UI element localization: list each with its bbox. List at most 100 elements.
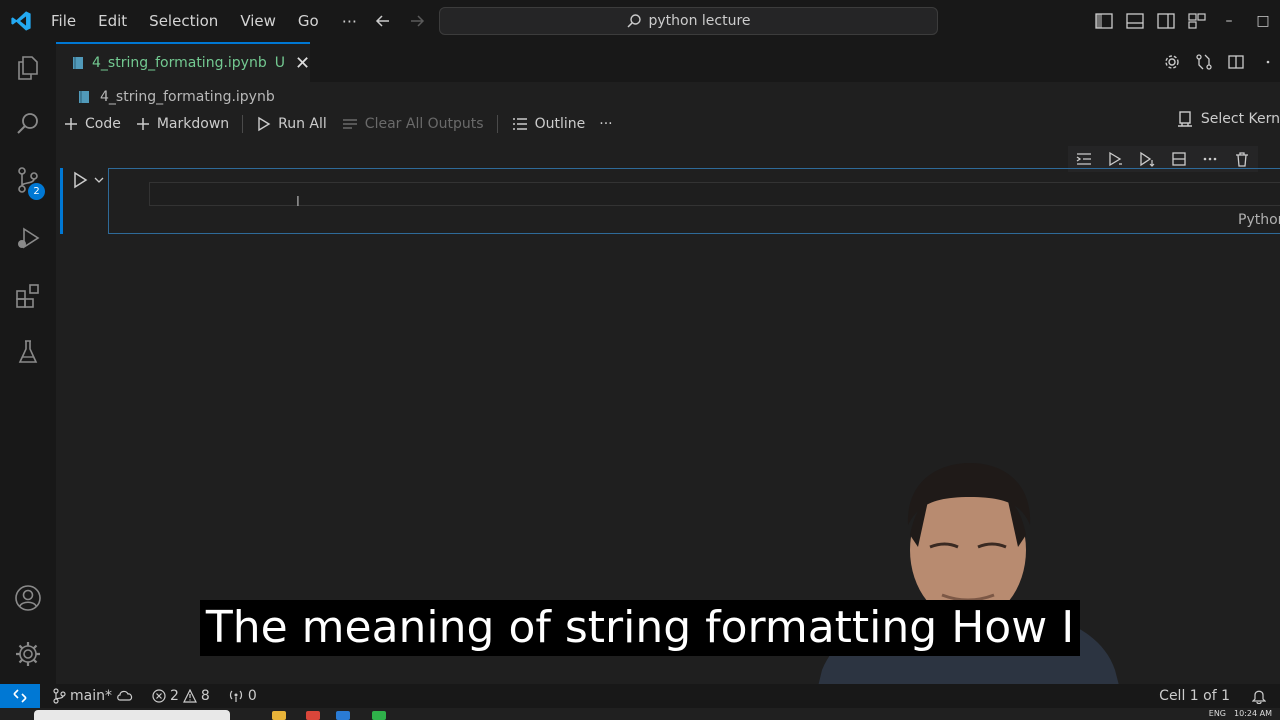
select-kernel-button[interactable]: Select Kern xyxy=(1177,110,1280,128)
search-text: python lecture xyxy=(648,13,751,29)
toggle-secondary-sidebar-icon[interactable] xyxy=(1150,0,1181,42)
taskbar-vscode-icon[interactable] xyxy=(336,711,350,720)
delete-cell-trash-icon[interactable] xyxy=(1231,148,1253,170)
notebook-toolbar: Code Markdown Run All Clear All Outputs … xyxy=(56,110,1280,138)
breadcrumb: 4_string_formating.ipynb xyxy=(78,86,275,108)
branch-status[interactable]: main* xyxy=(52,688,134,704)
ports-status[interactable]: 0 xyxy=(228,688,257,704)
kernel-icon xyxy=(1177,110,1193,128)
run-debug-icon[interactable] xyxy=(14,224,42,252)
ports-count: 0 xyxy=(247,688,257,704)
git-branch-icon xyxy=(52,688,66,704)
menu-file[interactable]: File xyxy=(40,0,87,42)
warning-icon xyxy=(182,689,197,703)
vscode-logo-icon xyxy=(10,10,32,32)
run-below-icon[interactable] xyxy=(1136,148,1158,170)
toolbar-divider xyxy=(496,115,498,133)
select-kernel-label: Select Kern xyxy=(1200,111,1280,127)
run-cell-play-icon[interactable] xyxy=(70,170,90,190)
close-tab-icon[interactable]: ✕ xyxy=(295,53,310,74)
extensions-icon[interactable] xyxy=(14,282,42,310)
clear-outputs-icon xyxy=(341,116,359,132)
tab-notebook[interactable]: 4_string_formating.ipynb U ✕ xyxy=(56,42,310,82)
clear-all-outputs-label: Clear All Outputs xyxy=(364,116,484,132)
system-tray: ENG 10:24 AM xyxy=(1209,709,1272,718)
cell-more-icon[interactable] xyxy=(1199,148,1221,170)
video-caption: The meaning of string formatting How I xyxy=(200,600,1080,656)
menu-selection[interactable]: Selection xyxy=(138,0,229,42)
remote-indicator-icon[interactable] xyxy=(0,684,40,708)
title-bar: File Edit Selection View Go ··· python l… xyxy=(0,0,1280,42)
menu-bar: File Edit Selection View Go ··· xyxy=(40,0,369,42)
minimize-button[interactable]: – xyxy=(1212,0,1246,42)
compare-changes-icon[interactable] xyxy=(1192,50,1216,74)
taskbar-app-icon[interactable] xyxy=(372,711,386,720)
outline-label: Outline xyxy=(534,116,586,132)
back-arrow-icon[interactable] xyxy=(372,10,394,32)
search-icon[interactable] xyxy=(14,110,42,138)
run-cell-icon[interactable] xyxy=(1104,148,1126,170)
editor-actions xyxy=(1160,42,1280,82)
forward-arrow-icon[interactable] xyxy=(406,10,428,32)
customize-layout-icon[interactable] xyxy=(1181,0,1212,42)
taskbar-search-box[interactable] xyxy=(34,710,230,720)
add-code-cell-button[interactable]: Code xyxy=(56,116,128,132)
search-icon xyxy=(626,13,642,29)
cell-position[interactable]: Cell 1 of 1 xyxy=(1159,688,1230,704)
breadcrumb-notebook-icon xyxy=(78,90,90,104)
menu-go[interactable]: Go xyxy=(287,0,330,42)
taskbar-file-explorer-icon[interactable] xyxy=(272,711,286,720)
tray-language[interactable]: ENG xyxy=(1209,709,1226,718)
status-right: Cell 1 of 1 xyxy=(1159,684,1266,708)
menu-view[interactable]: View xyxy=(229,0,287,42)
toolbar-more-icon[interactable]: ··· xyxy=(592,116,619,132)
run-all-icon xyxy=(256,116,272,132)
outline-button[interactable]: Outline xyxy=(504,116,593,132)
untracked-indicator: U xyxy=(274,55,285,71)
notebook-settings-gear-icon[interactable] xyxy=(1160,50,1184,74)
source-control-badge: 2 xyxy=(28,183,45,200)
split-editor-icon[interactable] xyxy=(1224,50,1248,74)
toolbar-divider xyxy=(242,115,244,133)
run-all-label: Run All xyxy=(278,116,327,132)
menu-edit[interactable]: Edit xyxy=(87,0,138,42)
chevron-down-icon[interactable] xyxy=(93,172,105,188)
notifications-bell-icon[interactable] xyxy=(1252,688,1266,704)
command-center-search[interactable]: python lecture xyxy=(439,7,938,35)
add-markdown-cell-button[interactable]: Markdown xyxy=(128,116,236,132)
tab-label: 4_string_formating.ipynb xyxy=(92,55,267,71)
split-cell-icon[interactable] xyxy=(1168,148,1190,170)
toggle-primary-sidebar-icon[interactable] xyxy=(1088,0,1119,42)
text-cursor: I xyxy=(296,195,300,210)
status-bar: main* 2 8 0 Cell 1 of 1 xyxy=(0,684,1280,708)
tray-clock[interactable]: 10:24 AM xyxy=(1234,709,1272,718)
run-all-button[interactable]: Run All xyxy=(249,116,334,132)
activity-bar: 2 xyxy=(0,42,56,684)
plus-icon xyxy=(63,116,79,132)
sync-cloud-icon[interactable] xyxy=(116,689,134,703)
webcam-presenter xyxy=(810,455,1130,720)
testing-flask-icon[interactable] xyxy=(14,338,42,366)
cell-language-indicator[interactable]: Python xyxy=(1238,212,1280,228)
error-icon xyxy=(152,689,166,703)
add-markdown-label: Markdown xyxy=(156,116,230,132)
warning-count: 8 xyxy=(200,688,210,704)
clear-all-outputs-button[interactable]: Clear All Outputs xyxy=(334,116,491,132)
broadcast-icon xyxy=(228,689,244,703)
explorer-icon[interactable] xyxy=(14,54,42,82)
breadcrumb-file[interactable]: 4_string_formating.ipynb xyxy=(100,89,275,105)
execute-above-icon[interactable] xyxy=(1073,148,1095,170)
window-controls: – □ xyxy=(1088,0,1280,42)
menu-more-icon[interactable]: ··· xyxy=(330,12,369,31)
account-icon[interactable] xyxy=(14,584,42,612)
toggle-panel-icon[interactable] xyxy=(1119,0,1150,42)
error-count: 2 xyxy=(169,688,179,704)
settings-gear-icon[interactable] xyxy=(14,640,42,668)
code-cell-editor[interactable] xyxy=(149,182,1280,206)
more-actions-icon[interactable] xyxy=(1256,50,1280,74)
problems-status[interactable]: 2 8 xyxy=(152,688,210,704)
cell-focus-indicator xyxy=(60,168,63,234)
taskbar-browser-icon[interactable] xyxy=(306,711,320,720)
editor-tab-bar: 4_string_formating.ipynb U ✕ xyxy=(56,42,1280,82)
restore-button[interactable]: □ xyxy=(1246,0,1280,42)
